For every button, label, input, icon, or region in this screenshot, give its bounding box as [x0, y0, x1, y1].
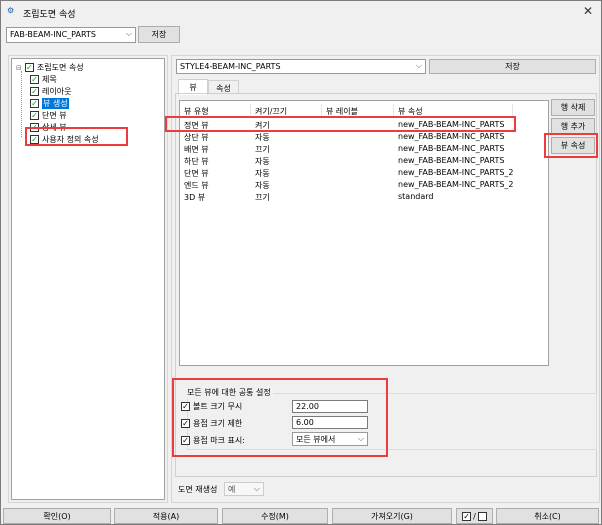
- table-row[interactable]: 배면 뷰 끄기 new_FAB-BEAM-INC_PARTS: [180, 144, 540, 156]
- unchecked-icon: [477, 511, 487, 521]
- ok-button[interactable]: 확인(O): [3, 508, 111, 524]
- regen-label: 도면 재생성: [178, 485, 218, 494]
- view-list[interactable]: 뷰 유형 켜기/끄기 뷰 레이블 뷰 속성 정면 뷰 켜기 new_FAB-BEAM…: [179, 100, 549, 366]
- tree-label: 단면 뷰: [42, 111, 67, 120]
- table-cell: 엔드 뷰: [184, 181, 209, 190]
- tree-label: 조립도면 속성: [36, 63, 84, 72]
- close-icon[interactable]: ✕: [583, 4, 593, 18]
- tree-item-title[interactable]: ✓ 제목: [30, 74, 57, 85]
- select-value: 예: [228, 485, 236, 494]
- checkbox-icon[interactable]: ✓: [30, 75, 39, 84]
- table-cell: 하단 뷰: [184, 157, 209, 166]
- left-panel: ⊟ ✓ 조립도면 속성 ✓ 제목 ✓ 레이아웃 ✓ 뷰 생성 ✓ 단면 뷰 ✓ 상세 뷰 ✓ 사…: [8, 55, 168, 503]
- tree-label: 뷰 생성: [42, 98, 69, 109]
- modify-button[interactable]: 수정(M): [222, 508, 328, 524]
- checkbox-icon[interactable]: ✓: [30, 99, 39, 108]
- delete-row-button[interactable]: 행 삭제: [551, 99, 595, 116]
- chevron-down-icon: ⌵: [253, 484, 260, 493]
- highlight-box: [172, 378, 388, 457]
- tree-label: 레이아웃: [42, 87, 72, 96]
- style-save-button[interactable]: 저장: [429, 59, 596, 74]
- tree-view: ⊟ ✓ 조립도면 속성 ✓ 제목 ✓ 레이아웃 ✓ 뷰 생성 ✓ 단면 뷰 ✓ 상세 뷰 ✓ 사…: [11, 58, 165, 500]
- table-cell: 자동: [255, 169, 270, 178]
- table-cell: 배면 뷰: [184, 145, 209, 154]
- table-cell: 자동: [255, 133, 270, 142]
- tree-item-layout[interactable]: ✓ 레이아웃: [30, 86, 71, 97]
- table-cell: new_FAB-BEAM-INC_PARTS_2: [398, 168, 514, 177]
- table-row[interactable]: 하단 뷰 자동 new_FAB-BEAM-INC_PARTS: [180, 156, 540, 168]
- toggle-all-button[interactable]: ✓ /: [456, 508, 493, 524]
- checkbox-icon[interactable]: ✓: [30, 87, 39, 96]
- toggle-separator: /: [473, 511, 476, 521]
- table-cell: standard: [398, 192, 434, 201]
- app-icon: ⚙: [7, 6, 15, 15]
- table-cell: 3D 뷰: [184, 193, 206, 202]
- table-cell: new_FAB-BEAM-INC_PARTS: [398, 144, 505, 153]
- table-cell: 끄기: [255, 193, 270, 202]
- table-cell: new_FAB-BEAM-INC_PARTS_2: [398, 180, 514, 189]
- tree-line: [21, 71, 22, 137]
- window-title: 조립도면 속성: [23, 10, 76, 20]
- dialog-window: ⚙ 조립도면 속성 ✕ FAB-BEAM-INC_PARTS ⌵ 저장 ⊟ ✓ 조립도…: [0, 0, 602, 525]
- combo-value: FAB-BEAM-INC_PARTS: [10, 30, 96, 39]
- tab-attributes[interactable]: 속성: [208, 80, 239, 93]
- highlight-box: [165, 116, 516, 132]
- tree-label: 제목: [42, 75, 57, 84]
- style-combo[interactable]: STYLE4-BEAM-INC_PARTS ⌵: [176, 59, 426, 74]
- table-row[interactable]: 3D 뷰 끄기 standard: [180, 192, 540, 204]
- table-row[interactable]: 상단 뷰 자동 new_FAB-BEAM-INC_PARTS: [180, 132, 540, 144]
- table-row[interactable]: 엔드 뷰 자동 new_FAB-BEAM-INC_PARTS_2: [180, 180, 540, 192]
- checkbox-icon[interactable]: ✓: [24, 63, 34, 72]
- regen-select[interactable]: 예 ⌵: [224, 482, 264, 496]
- tree-item-section-view[interactable]: ✓ 단면 뷰: [30, 110, 67, 121]
- table-cell: new_FAB-BEAM-INC_PARTS: [398, 132, 505, 141]
- cancel-button[interactable]: 취소(C): [496, 508, 599, 524]
- apply-button[interactable]: 적용(A): [114, 508, 218, 524]
- table-cell: 끄기: [255, 145, 270, 154]
- table-cell: 자동: [255, 157, 270, 166]
- table-cell: 단면 뷰: [184, 169, 209, 178]
- table-cell: new_FAB-BEAM-INC_PARTS: [398, 156, 505, 165]
- tree-item-view-creation[interactable]: ✓ 뷰 생성: [30, 98, 69, 109]
- highlight-box: [25, 127, 128, 146]
- checked-icon: ✓: [462, 511, 472, 521]
- chevron-down-icon: ⌵: [125, 29, 132, 38]
- save-button[interactable]: 저장: [138, 26, 180, 43]
- highlight-box: [544, 133, 598, 158]
- table-cell: 상단 뷰: [184, 133, 209, 142]
- combo-value: STYLE4-BEAM-INC_PARTS: [180, 62, 281, 71]
- checkbox-icon[interactable]: ✓: [30, 111, 39, 120]
- get-button[interactable]: 가져오기(G): [332, 508, 452, 524]
- table-row[interactable]: 단면 뷰 자동 new_FAB-BEAM-INC_PARTS_2: [180, 168, 540, 180]
- attribute-file-combo[interactable]: FAB-BEAM-INC_PARTS ⌵: [6, 27, 136, 43]
- tree-root[interactable]: ⊟ ✓ 조립도면 속성: [16, 62, 84, 73]
- chevron-down-icon: ⌵: [415, 61, 422, 70]
- table-cell: 자동: [255, 181, 270, 190]
